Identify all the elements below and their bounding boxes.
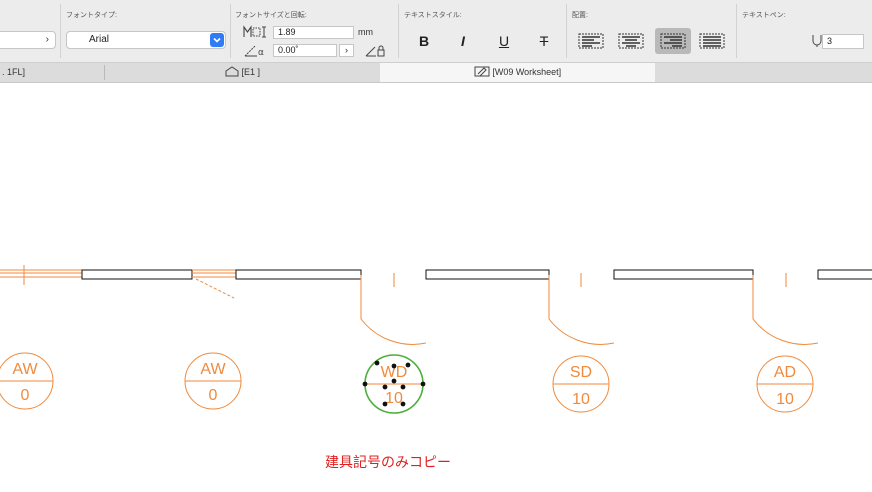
tab-floor-plan-label: . 1FL] — [2, 67, 26, 77]
font-type-value: Arial — [89, 34, 110, 45]
divider — [230, 4, 231, 58]
strikethrough-button[interactable]: T — [534, 31, 554, 51]
angle-lock-icon[interactable] — [364, 44, 386, 63]
wall-segment — [817, 269, 872, 280]
selection-handle — [400, 401, 406, 407]
alignment-label: 配置: — [572, 12, 588, 19]
selection-handle — [382, 401, 388, 407]
selection-handle — [374, 360, 380, 366]
divider — [736, 4, 737, 58]
font-size-unit: mm — [358, 27, 373, 37]
chevron-right-icon: › — [45, 34, 49, 45]
window-middle — [192, 269, 236, 299]
previous-dropdown[interactable]: › — [0, 31, 56, 49]
text-style-label: テキストスタイル: — [404, 12, 462, 19]
selection-handle — [382, 384, 388, 390]
wall-segment — [81, 269, 193, 280]
worksheet-drawing: AW 0 AW 0 WD 10 SD 10 AD 10 — [0, 265, 872, 414]
svg-text:α: α — [258, 48, 264, 58]
tab-worksheet[interactable]: [W09 Worksheet] — [380, 63, 655, 82]
marker-ad-type: AD — [774, 364, 796, 381]
text-pen-label: テキストペン: — [742, 12, 786, 19]
align-justify-button[interactable] — [698, 31, 726, 51]
italic-button[interactable]: I — [453, 31, 473, 51]
rotation-icon: α — [243, 42, 269, 63]
selection-handle — [400, 384, 406, 390]
worksheet-icon — [474, 65, 490, 84]
rotation-input[interactable]: 0.00˚ — [273, 44, 337, 57]
underline-button[interactable]: U — [494, 31, 514, 51]
selection-handle — [391, 363, 397, 369]
marker-aw-1-type: AW — [12, 361, 38, 378]
selection-handle — [420, 381, 426, 387]
align-left-button[interactable] — [577, 31, 605, 51]
text-pen-input[interactable]: 3 — [822, 34, 864, 49]
rotation-stepper[interactable]: › — [339, 44, 354, 57]
align-center-button[interactable] — [617, 31, 645, 51]
pen-icon — [812, 34, 822, 53]
text-settings-toolbar: › フォントタイプ: Arial フォントサイズと回転: 1.89 mm α 0… — [0, 0, 872, 63]
marker-wd-number: 10 — [385, 390, 403, 407]
marker-aw-1-number: 0 — [21, 387, 30, 404]
marker-aw-2-number: 0 — [209, 387, 218, 404]
tab-floor-plan[interactable]: . 1FL] — [0, 63, 104, 82]
wall-segment — [425, 269, 550, 280]
font-size-input[interactable]: 1.89 — [273, 26, 354, 39]
chevron-down-icon — [210, 33, 224, 47]
view-tabs: . 1FL] [E1 ] [W09 Worksheet] — [0, 63, 872, 83]
wall-segment — [235, 269, 362, 280]
drawing-canvas[interactable]: AW 0 AW 0 WD 10 SD 10 AD 10 建具記号のみコピー — [0, 83, 872, 492]
tab-elevation[interactable]: [E1 ] — [105, 63, 380, 82]
door-sd — [548, 273, 615, 345]
marker-aw-2-type: AW — [200, 361, 226, 378]
window-left — [0, 265, 82, 285]
wall-segment — [613, 269, 754, 280]
selection-handle — [405, 362, 411, 368]
marker-ad-number: 10 — [776, 391, 794, 408]
align-right-button[interactable] — [655, 28, 691, 54]
font-size-label: フォントサイズと回転: — [235, 12, 307, 19]
divider — [566, 4, 567, 58]
selection-handle — [391, 378, 397, 384]
tab-worksheet-label: [W09 Worksheet] — [492, 67, 562, 77]
marker-sd-type: SD — [570, 364, 592, 381]
marker-sd-number: 10 — [572, 391, 590, 408]
font-type-select[interactable]: Arial — [66, 31, 226, 49]
divider — [398, 4, 399, 58]
door-ad — [752, 273, 819, 345]
selection-handle — [362, 381, 368, 387]
bold-button[interactable]: B — [414, 31, 434, 51]
door-wd — [360, 273, 427, 345]
tab-elevation-label: [E1 ] — [241, 67, 261, 77]
caption-text: 建具記号のみコピー — [325, 455, 451, 471]
font-type-label: フォントタイプ: — [66, 12, 117, 19]
divider — [60, 4, 61, 58]
elevation-icon — [225, 65, 239, 84]
